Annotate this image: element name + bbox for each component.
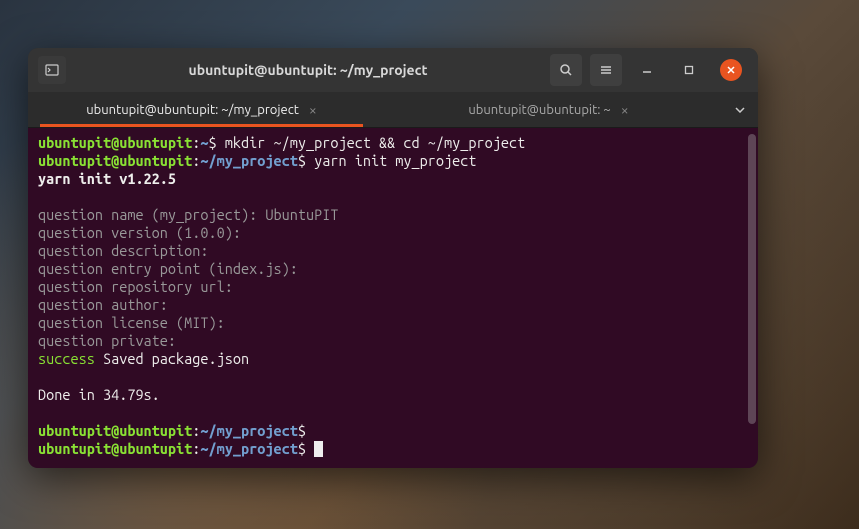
- success-message: Saved package.json: [95, 350, 249, 367]
- prompt-path: ~/my_project: [200, 440, 297, 457]
- tab-my-project[interactable]: ubuntupit@ubuntupit: ~/my_project ×: [28, 92, 375, 127]
- terminal-viewport[interactable]: ubuntupit@ubuntupit:~$ mkdir ~/my_projec…: [28, 128, 758, 468]
- prompt-user: ubuntupit@ubuntupit: [38, 134, 192, 151]
- question-line: question name (my_project): UbuntuPIT: [38, 206, 338, 223]
- tab-bar: ubuntupit@ubuntupit: ~/my_project × ubun…: [28, 92, 758, 128]
- minimize-button[interactable]: [636, 59, 658, 81]
- command-text: mkdir ~/my_project && cd ~/my_project: [217, 134, 526, 151]
- new-tab-button[interactable]: [38, 56, 66, 84]
- maximize-icon: [684, 65, 694, 75]
- question-line: question author:: [38, 296, 168, 313]
- prompt-symbol: $: [209, 134, 217, 151]
- prompt-symbol: $: [298, 422, 306, 439]
- window-title: ubuntupit@ubuntupit: ~/my_project: [74, 62, 542, 78]
- prompt-path: ~/my_project: [200, 152, 297, 169]
- search-icon: [559, 63, 573, 77]
- tab-label: ubuntupit@ubuntupit: ~: [468, 103, 610, 117]
- cursor: [314, 441, 323, 457]
- maximize-button[interactable]: [678, 59, 700, 81]
- tabs-dropdown-button[interactable]: [722, 92, 758, 127]
- chevron-down-icon: [735, 107, 745, 113]
- close-icon: [726, 65, 736, 75]
- success-keyword: success: [38, 350, 95, 367]
- prompt-symbol: $: [298, 152, 306, 169]
- question-line: question description:: [38, 242, 209, 259]
- tab-close-icon[interactable]: ×: [309, 102, 317, 118]
- terminal-icon: [44, 62, 60, 78]
- question-line: question private:: [38, 332, 176, 349]
- tab-home[interactable]: ubuntupit@ubuntupit: ~ ×: [375, 92, 722, 127]
- minimize-icon: [642, 65, 652, 75]
- done-line: Done in 34.79s.: [38, 386, 160, 403]
- terminal-window: ubuntupit@ubuntupit: ~/my_project: [28, 48, 758, 468]
- prompt-user: ubuntupit@ubuntupit: [38, 440, 192, 457]
- prompt-path: ~/my_project: [200, 422, 297, 439]
- tab-close-icon[interactable]: ×: [621, 102, 629, 118]
- menu-button[interactable]: [590, 54, 622, 86]
- prompt-symbol: $: [298, 440, 306, 457]
- scrollbar[interactable]: [748, 134, 756, 424]
- question-line: question repository url:: [38, 278, 233, 295]
- prompt-user: ubuntupit@ubuntupit: [38, 422, 192, 439]
- prompt-path: ~: [200, 134, 208, 151]
- command-text: yarn init my_project: [306, 152, 477, 169]
- tab-label: ubuntupit@ubuntupit: ~/my_project: [86, 103, 299, 117]
- search-button[interactable]: [550, 54, 582, 86]
- close-button[interactable]: [720, 59, 742, 81]
- question-line: question version (1.0.0):: [38, 224, 241, 241]
- prompt-user: ubuntupit@ubuntupit: [38, 152, 192, 169]
- titlebar: ubuntupit@ubuntupit: ~/my_project: [28, 48, 758, 92]
- question-line: question entry point (index.js):: [38, 260, 298, 277]
- question-line: question license (MIT):: [38, 314, 225, 331]
- hamburger-icon: [599, 63, 613, 77]
- yarn-init-line: yarn init v1.22.5: [38, 170, 176, 187]
